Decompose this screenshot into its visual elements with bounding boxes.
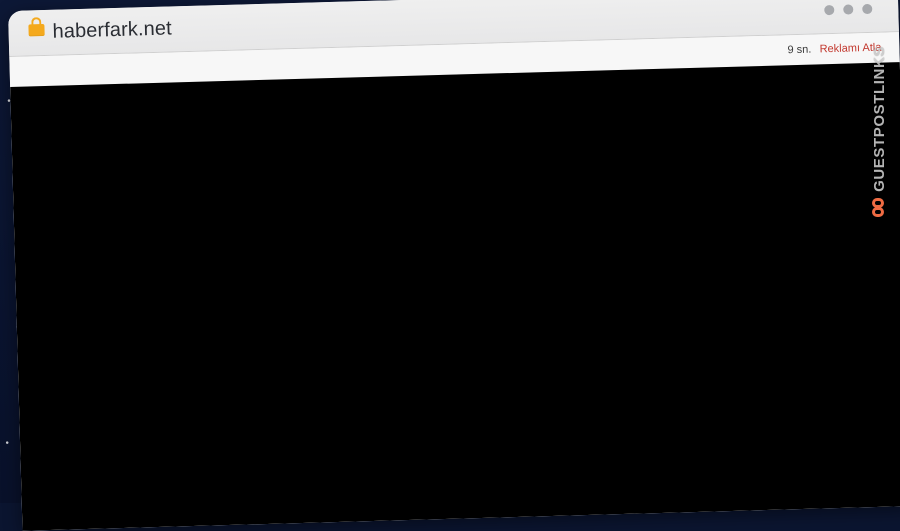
browser-window: haberfark.net 9 sn. Reklamı Atla xyxy=(8,0,900,531)
skip-ad-button[interactable]: Reklamı Atla xyxy=(819,42,881,56)
window-control-dot-icon[interactable] xyxy=(862,3,873,15)
ad-countdown: 9 sn. xyxy=(787,43,812,57)
window-control-dot-icon[interactable] xyxy=(843,4,854,15)
window-control-dot-icon[interactable] xyxy=(824,4,835,16)
window-controls xyxy=(824,3,873,16)
content-area[interactable] xyxy=(10,62,900,531)
url-text[interactable]: haberfark.net xyxy=(52,17,172,43)
lock-icon xyxy=(28,23,45,37)
